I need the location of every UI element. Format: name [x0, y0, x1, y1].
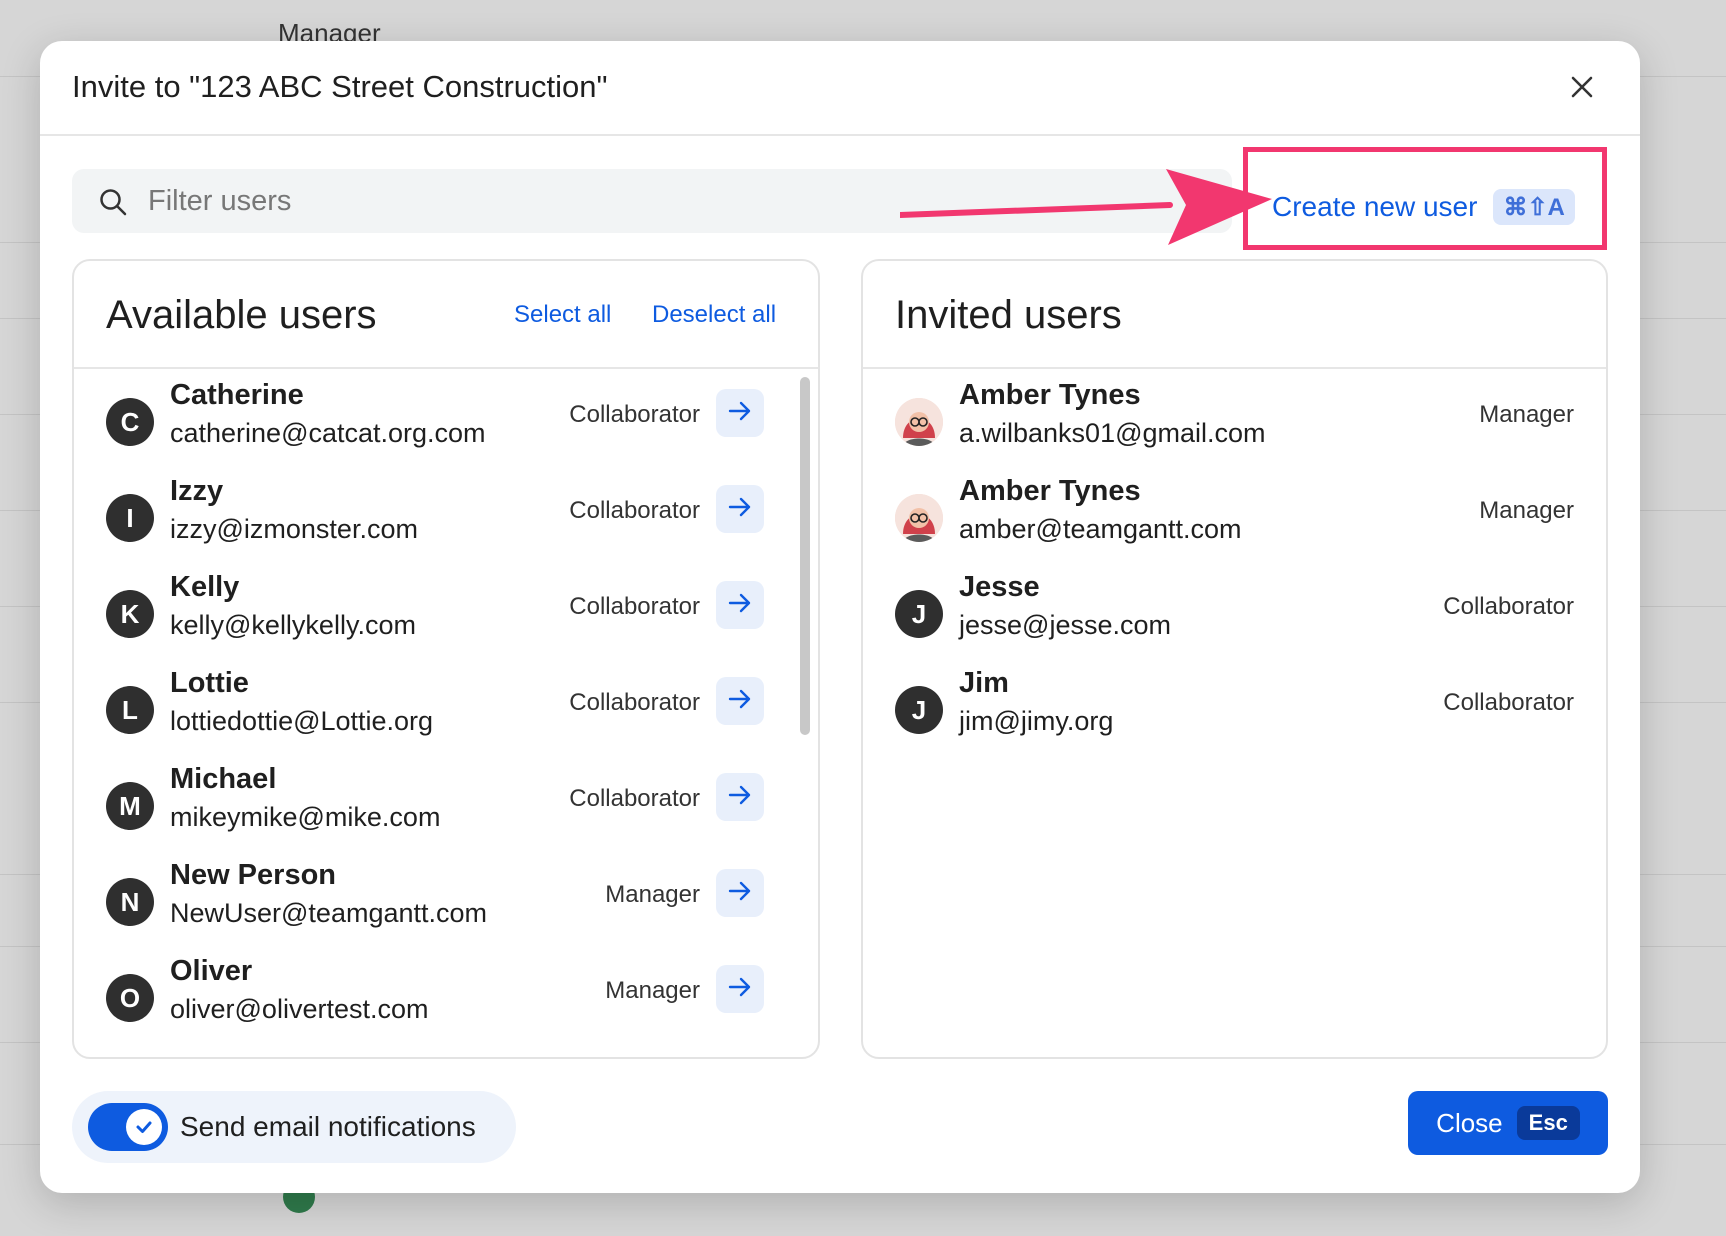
- email-notifications-toggle[interactable]: [88, 1103, 168, 1151]
- add-user-button[interactable]: [716, 677, 764, 725]
- user-name: Amber Tynes: [959, 379, 1141, 411]
- user-email: catherine@catcat.org.com: [170, 418, 486, 448]
- arrow-right-icon: [726, 397, 754, 430]
- user-role: Manager: [605, 977, 700, 1004]
- create-new-user-label: Create new user: [1272, 191, 1478, 222]
- list-item: M Michael mikeymike@mike.com Collaborator: [74, 755, 818, 851]
- user-role: Manager: [605, 881, 700, 908]
- close-shortcut: Esc: [1516, 1106, 1580, 1140]
- user-role: Collaborator: [1443, 593, 1574, 620]
- add-user-button[interactable]: [716, 965, 764, 1013]
- avatar: J: [895, 590, 943, 638]
- scrollbar[interactable]: [800, 377, 810, 735]
- user-name: Michael: [170, 763, 277, 795]
- create-new-user-button[interactable]: Create new user ⌘⇧A: [1272, 183, 1575, 231]
- list-item: I Izzy izzy@izmonster.com Collaborator: [74, 467, 818, 563]
- close-button-label: Close: [1436, 1107, 1503, 1138]
- invite-modal: Invite to "123 ABC Street Construction" …: [40, 41, 1640, 1193]
- user-name: Jim: [959, 667, 1009, 699]
- avatar: C: [106, 398, 154, 446]
- invited-users-title: Invited users: [895, 293, 1122, 337]
- list-item: K Kelly kelly@kellykelly.com Collaborator: [74, 563, 818, 659]
- list-item: C Catherine catherine@catcat.org.com Collab…: [74, 371, 818, 467]
- annotation-arrow-icon: [900, 169, 1272, 245]
- available-users-title: Available users: [106, 293, 377, 337]
- close-button[interactable]: Close Esc: [1408, 1091, 1608, 1155]
- user-role: Manager: [1479, 401, 1574, 428]
- arrow-right-icon: [726, 877, 754, 910]
- add-user-button[interactable]: [716, 773, 764, 821]
- invited-users-panel: Invited users Amber Tynes a.wilbanks01@gm…: [861, 259, 1608, 1059]
- user-email: oliver@olivertest.com: [170, 994, 429, 1024]
- list-item: J Jim jim@jimy.org Collaborator: [863, 659, 1606, 755]
- user-email: izzy@izmonster.com: [170, 514, 418, 544]
- add-user-button[interactable]: [716, 389, 764, 437]
- avatar: N: [106, 878, 154, 926]
- email-notifications-label: Send email notifications: [180, 1111, 476, 1142]
- search-icon: [98, 187, 128, 217]
- avatar: I: [106, 494, 154, 542]
- available-users-panel: Available users Select all Deselect all …: [72, 259, 820, 1059]
- modal-header: Invite to "123 ABC Street Construction": [40, 41, 1640, 136]
- add-user-button[interactable]: [716, 485, 764, 533]
- user-role: Collaborator: [569, 593, 700, 620]
- user-email: kelly@kellykelly.com: [170, 610, 416, 640]
- add-user-button[interactable]: [716, 869, 764, 917]
- avatar-photo: [895, 494, 943, 542]
- deselect-all-link[interactable]: Deselect all: [652, 301, 776, 329]
- avatar-photo: [895, 398, 943, 446]
- arrow-right-icon: [726, 493, 754, 526]
- check-icon: [126, 1109, 162, 1145]
- avatar: J: [895, 686, 943, 734]
- arrow-right-icon: [726, 781, 754, 814]
- available-users-header: Available users Select all Deselect all: [74, 261, 818, 369]
- list-item: L Lottie lottiedottie@Lottie.org Collaborat…: [74, 659, 818, 755]
- avatar: O: [106, 974, 154, 1022]
- user-role: Collaborator: [569, 785, 700, 812]
- user-email: amber@teamgantt.com: [959, 514, 1242, 544]
- user-name: Amber Tynes: [959, 475, 1141, 507]
- arrow-right-icon: [726, 685, 754, 718]
- invited-users-header: Invited users: [863, 261, 1606, 369]
- user-name: Jesse: [959, 571, 1040, 603]
- user-email: NewUser@teamgantt.com: [170, 898, 488, 928]
- close-icon[interactable]: [1564, 69, 1600, 105]
- modal-title: Invite to "123 ABC Street Construction": [72, 69, 608, 104]
- avatar: K: [106, 590, 154, 638]
- list-item: Amber Tynes amber@teamgantt.com Manager: [863, 467, 1606, 563]
- user-email: lottiedottie@Lottie.org: [170, 706, 434, 736]
- user-name: Lottie: [170, 667, 249, 699]
- arrow-right-icon: [726, 973, 754, 1006]
- list-item: O Oliver oliver@olivertest.com Manager: [74, 947, 818, 1043]
- email-notifications-control: Send email notifications: [72, 1091, 516, 1163]
- user-role: Collaborator: [1443, 689, 1574, 716]
- user-role: Manager: [1479, 497, 1574, 524]
- user-role: Collaborator: [569, 497, 700, 524]
- arrow-right-icon: [726, 589, 754, 622]
- user-role: Collaborator: [569, 689, 700, 716]
- user-name: Catherine: [170, 379, 304, 411]
- user-name: Oliver: [170, 955, 253, 987]
- list-item: Amber Tynes a.wilbanks01@gmail.com Manager: [863, 371, 1606, 467]
- list-item: J Jesse jesse@jesse.com Collaborator: [863, 563, 1606, 659]
- user-email: jim@jimy.org: [959, 706, 1114, 736]
- user-role: Collaborator: [569, 401, 700, 428]
- user-email: a.wilbanks01@gmail.com: [959, 418, 1266, 448]
- user-name: New Person: [170, 859, 336, 891]
- user-email: mikeymike@mike.com: [170, 802, 441, 832]
- list-item: N New Person NewUser@teamgantt.com Manager: [74, 851, 818, 947]
- user-email: jesse@jesse.com: [959, 610, 1171, 640]
- add-user-button[interactable]: [716, 581, 764, 629]
- avatar: M: [106, 782, 154, 830]
- select-all-link[interactable]: Select all: [514, 301, 611, 329]
- avatar: L: [106, 686, 154, 734]
- create-user-shortcut: ⌘⇧A: [1493, 189, 1575, 225]
- user-name: Kelly: [170, 571, 240, 603]
- user-name: Izzy: [170, 475, 224, 507]
